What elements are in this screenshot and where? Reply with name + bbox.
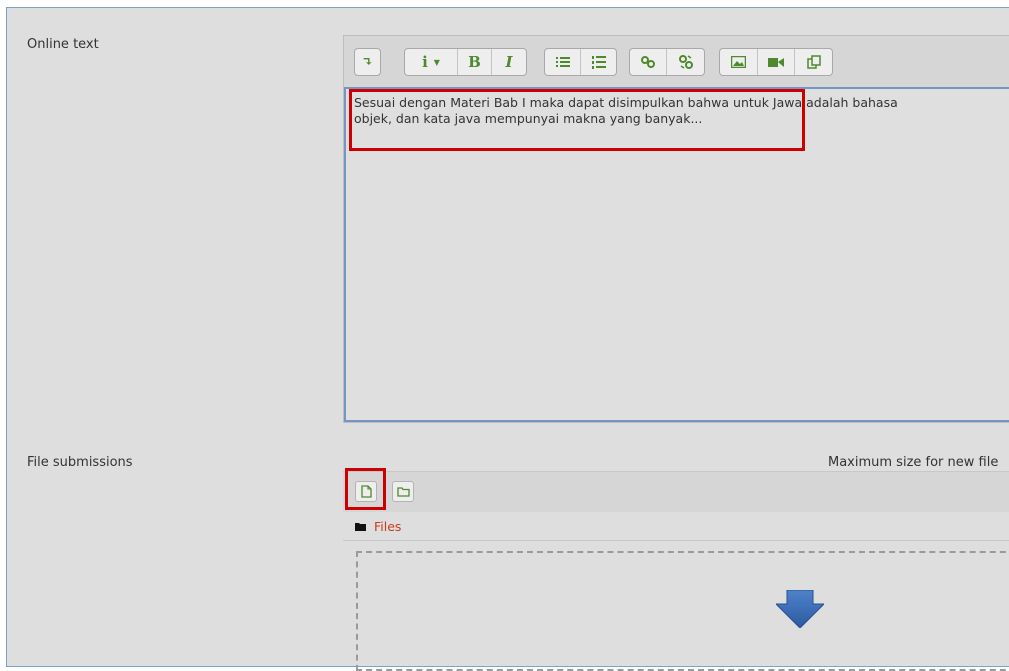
online-text-content: Sesuai dengan Materi Bab I maka dapat di…	[354, 95, 1009, 127]
bold-button[interactable]: B	[458, 49, 492, 75]
file-submissions-label: File submissions	[27, 455, 133, 470]
add-file-icon	[360, 485, 372, 498]
content-line-1: Sesuai dengan Materi Bab I maka dapat di…	[354, 95, 898, 110]
toolbar-group-media	[719, 48, 833, 76]
italic-icon: I	[505, 53, 513, 71]
max-size-text: Maximum size for new file	[828, 455, 999, 470]
paragraph-styles-button[interactable]: i ▼	[405, 49, 458, 75]
filepicker-toolbar	[343, 471, 1009, 512]
unlink-icon	[678, 55, 693, 69]
ordered-list-button[interactable]	[581, 49, 616, 75]
media-button[interactable]	[758, 49, 795, 75]
files-breadcrumb-bar: Files	[343, 512, 1009, 541]
unordered-list-button[interactable]	[545, 49, 581, 75]
arrow-down-icon	[776, 590, 824, 628]
online-text-textarea[interactable]: Sesuai dengan Materi Bab I maka dapat di…	[344, 87, 1009, 422]
files-path-link[interactable]: Files	[374, 519, 401, 534]
online-text-label: Online text	[27, 37, 99, 52]
video-camera-icon	[768, 57, 784, 67]
link-button[interactable]	[630, 49, 667, 75]
collapse-icon: ↴	[362, 54, 373, 70]
online-text-editor: ↴ i ▼ B I Sesuai dengan Materi Bab I mak…	[343, 35, 1009, 423]
folder-icon	[355, 523, 366, 531]
create-folder-button[interactable]	[392, 481, 414, 502]
link-icon	[641, 56, 655, 68]
editor-toolbar: ↴ i ▼ B I	[344, 36, 1009, 88]
toolbar-group-links	[629, 48, 705, 76]
content-line-2: objek, dan kata java mempunyai makna yan…	[354, 111, 703, 126]
italic-button[interactable]: I	[492, 49, 526, 75]
unordered-list-icon	[555, 57, 570, 67]
bold-icon: B	[468, 53, 481, 71]
chevron-down-icon: ▼	[433, 57, 440, 67]
toolbar-group-collapse: ↴	[354, 48, 381, 76]
toolbar-group-lists	[544, 48, 617, 76]
ordered-list-icon	[591, 56, 606, 69]
collapse-button[interactable]: ↴	[355, 49, 380, 75]
add-file-button[interactable]	[355, 481, 377, 502]
image-icon	[731, 56, 746, 68]
unlink-button[interactable]	[667, 49, 704, 75]
manage-files-button[interactable]	[795, 49, 832, 75]
toolbar-group-style: i ▼ B I	[404, 48, 527, 76]
file-dropzone[interactable]	[356, 551, 1009, 671]
create-folder-icon	[396, 487, 410, 497]
copy-icon	[806, 55, 821, 69]
image-button[interactable]	[720, 49, 758, 75]
info-icon: i	[422, 53, 428, 71]
